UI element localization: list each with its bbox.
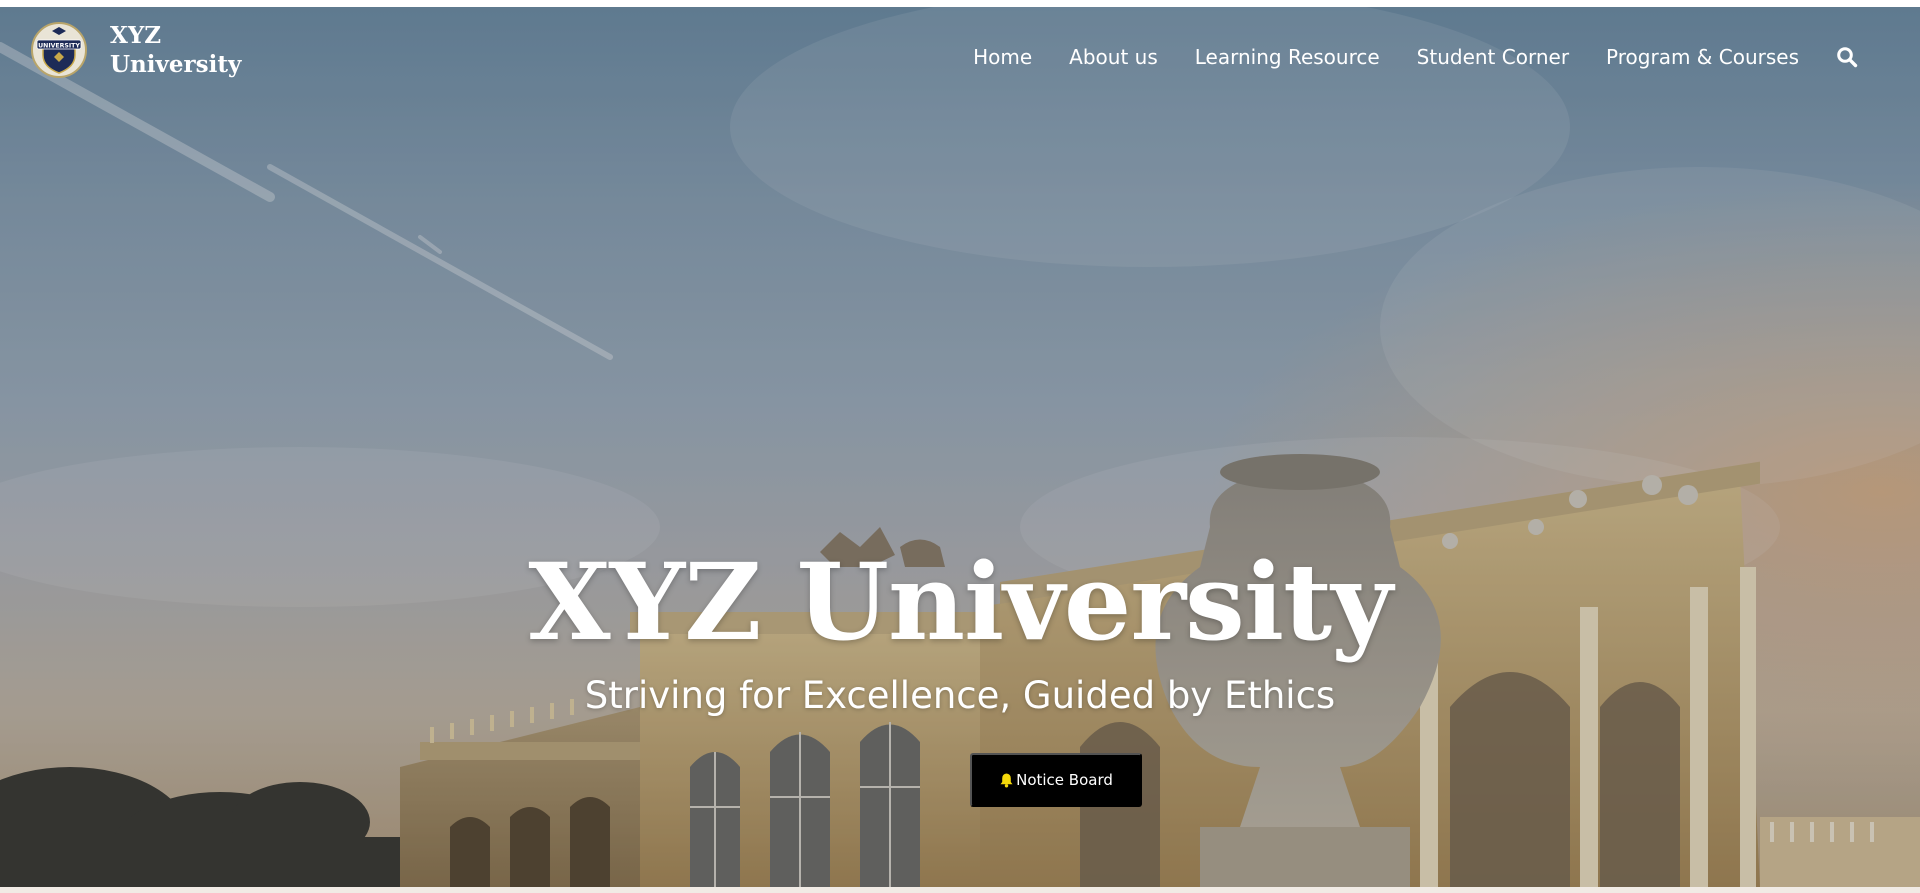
page-bottom-strip: [0, 887, 1920, 893]
logo-text: UNIVERSITY: [38, 43, 80, 50]
hero-subtitle: Striving for Excellence, Guided by Ethic…: [584, 674, 1336, 717]
nav-item-about-us[interactable]: About us: [1069, 45, 1158, 69]
hero-overlay: [0, 7, 1920, 887]
notice-board-label: Notice Board: [1016, 771, 1113, 789]
nav-item-student-corner[interactable]: Student Corner: [1417, 45, 1569, 69]
nav-item-program-courses[interactable]: Program & Courses: [1606, 45, 1799, 69]
university-crest-icon: UNIVERSITY: [31, 22, 87, 78]
notice-board-button[interactable]: Notice Board: [970, 753, 1142, 807]
main-nav: Home About us Learning Resource Student …: [973, 45, 1858, 69]
nav-item-home[interactable]: Home: [973, 45, 1032, 69]
bell-icon: [1000, 773, 1013, 788]
hero-title: XYZ University: [528, 539, 1392, 664]
navbar: UNIVERSITY XYZ University Home About us …: [0, 7, 1920, 107]
top-strip: [0, 0, 1920, 7]
brand-name: XYZ University: [110, 22, 242, 78]
hero-section: UNIVERSITY XYZ University Home About us …: [0, 7, 1920, 887]
brand-home-link[interactable]: UNIVERSITY XYZ University: [30, 21, 242, 79]
nav-item-learning-resource[interactable]: Learning Resource: [1195, 45, 1380, 69]
search-icon[interactable]: [1836, 46, 1858, 68]
